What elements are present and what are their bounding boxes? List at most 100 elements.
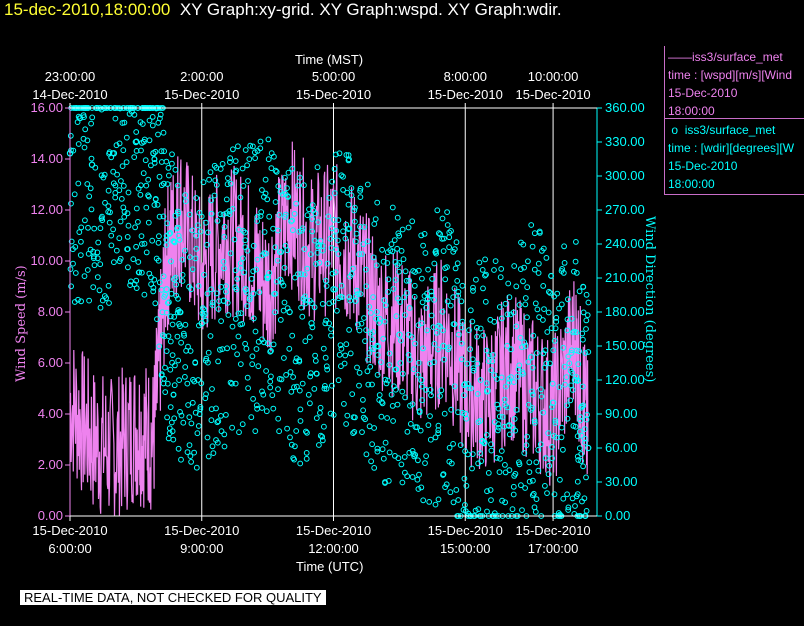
wdir-point <box>272 167 279 174</box>
wdir-point <box>440 248 447 255</box>
wdir-point <box>528 222 535 228</box>
wdir-point <box>252 155 259 162</box>
wdir-point <box>125 189 132 196</box>
wdir-point <box>341 360 348 367</box>
wdir-point <box>307 400 313 407</box>
wdir-point <box>444 222 451 228</box>
wdir-point <box>497 455 503 462</box>
wdir-point <box>374 448 381 455</box>
wdir-point <box>465 451 471 458</box>
x-top-tick-date: 15-Dec-2010 <box>164 87 240 102</box>
wdir-point <box>463 482 470 489</box>
wdir-point <box>235 143 241 150</box>
wdir-point <box>409 218 416 225</box>
wdir-point <box>427 413 433 420</box>
wdir-point <box>246 156 253 163</box>
y-left-tick-label: 12.00 <box>30 202 63 217</box>
wdir-point <box>417 427 424 434</box>
wdir-point <box>178 339 185 346</box>
x-bottom-tick-time: 9:00:00 <box>180 541 224 556</box>
wdir-point <box>399 388 406 395</box>
wdir-point <box>349 391 356 398</box>
wdir-point <box>182 364 189 370</box>
wdir-point <box>217 166 224 172</box>
wdir-point <box>68 283 74 290</box>
wdir-point <box>189 399 196 406</box>
y-right-tick-label: 270.00 <box>605 202 645 217</box>
wdir-point <box>67 132 74 139</box>
wdir-point <box>169 352 176 359</box>
wdir-point <box>225 175 231 182</box>
wdir-point <box>75 141 82 147</box>
wdir-point <box>422 460 428 467</box>
wdir-point <box>97 225 104 232</box>
wdir-point <box>219 161 226 167</box>
wdir-point <box>82 217 88 224</box>
wdir-point <box>336 351 343 358</box>
wdir-point <box>541 306 547 313</box>
wdir-point <box>230 146 236 153</box>
wdir-point <box>573 239 579 245</box>
wdir-point <box>359 429 365 436</box>
wdir-point <box>384 415 391 421</box>
wdir-point <box>118 178 124 184</box>
wdir-point <box>297 418 304 424</box>
wdir-point <box>303 455 310 462</box>
y-right-tick-label: 300.00 <box>605 168 645 183</box>
x-bottom-tick-date: 15-Dec-2010 <box>427 523 503 538</box>
wdir-point <box>243 345 250 352</box>
x-bottom-tick-time: 15:00:00 <box>439 541 491 556</box>
wdir-point <box>149 114 156 120</box>
wdir-point <box>71 191 78 198</box>
wdir-point <box>531 230 538 237</box>
wdir-point <box>513 283 520 290</box>
wdir-point <box>583 326 589 332</box>
wdir-point <box>434 207 441 214</box>
wdir-point <box>427 436 434 443</box>
wdir-point <box>205 349 212 356</box>
wdir-point <box>288 388 295 395</box>
y-right-tick-label: 180.00 <box>605 304 645 319</box>
wdir-point <box>252 328 259 335</box>
wdir-point <box>206 176 213 183</box>
wdir-point <box>554 290 561 297</box>
wdir-point <box>469 465 475 472</box>
wdir-point <box>534 306 541 313</box>
wdir-point <box>265 136 272 143</box>
wdir-point <box>360 397 366 403</box>
wdir-point <box>543 255 550 261</box>
wdir-point <box>290 374 297 380</box>
wdir-point <box>161 375 168 382</box>
wdir-point <box>502 462 508 468</box>
wdir-point <box>245 385 252 392</box>
wdir-point <box>531 504 538 511</box>
wdir-point <box>558 434 565 441</box>
wdir-point <box>498 266 505 272</box>
wdir-point <box>526 469 533 476</box>
wdir-point <box>269 392 276 399</box>
wdir-point <box>420 497 427 504</box>
wdir-point <box>156 233 162 240</box>
wdir-point <box>428 392 434 399</box>
wdir-point <box>435 430 442 437</box>
x-top-tick-time: 10:00:00 <box>527 69 579 84</box>
wdir-point <box>560 495 567 502</box>
chart-plot: Wind Speed (m/s) Wind Direction (degrees… <box>14 103 657 521</box>
wdir-point <box>576 445 583 452</box>
wdir-point <box>188 420 195 427</box>
wdir-point <box>287 369 294 375</box>
wdir-point <box>289 332 296 339</box>
wdir-point <box>467 307 474 314</box>
wdir-point <box>446 234 453 241</box>
wdir-point <box>558 424 565 431</box>
wdir-point <box>432 501 439 508</box>
wdir-point <box>364 181 371 188</box>
wdir-point <box>341 401 347 407</box>
wdir-point <box>163 348 170 355</box>
wdir-point <box>356 382 362 389</box>
wdir-point <box>317 410 323 416</box>
y-right-tick-label: 240.00 <box>605 236 645 251</box>
wdir-point <box>245 178 251 184</box>
wdir-point <box>236 429 242 436</box>
wdir-point <box>534 350 540 356</box>
